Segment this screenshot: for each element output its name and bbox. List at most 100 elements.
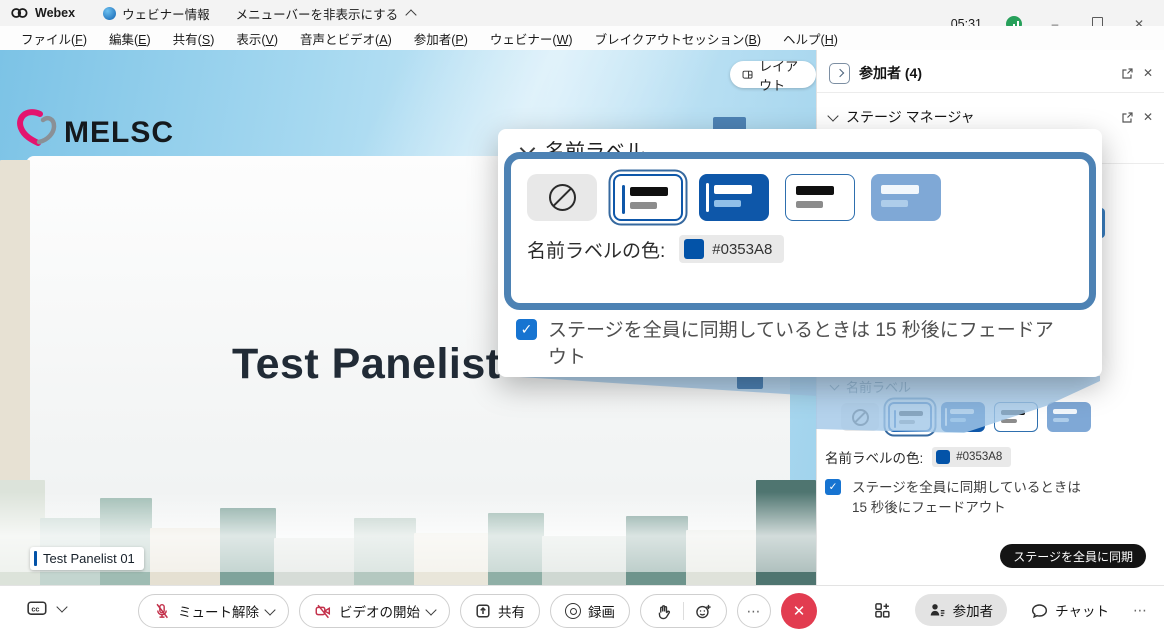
label-style-light-accent-bar[interactable]: [888, 402, 932, 432]
name-label-section-header[interactable]: 名前ラベル: [831, 377, 911, 396]
ellipsis-icon: ⋯: [747, 603, 762, 620]
hide-menubar-label: メニューバーを非表示にする: [236, 4, 399, 23]
chevron-up-icon: [405, 9, 416, 20]
participants-panel-header[interactable]: 参加者 (4) ✕: [817, 56, 1164, 90]
name-label-style-options: [841, 402, 1091, 432]
unmute-button[interactable]: ミュート解除: [138, 594, 289, 628]
hide-menubar-button[interactable]: メニューバーを非表示にする: [236, 4, 416, 23]
menu-e[interactable]: 編集(E): [98, 29, 162, 48]
label-style-none[interactable]: [841, 403, 879, 431]
pop-out-panel-icon[interactable]: [1121, 67, 1134, 80]
name-label-color-label: 名前ラベルの色:: [527, 236, 665, 263]
magnifier-highlight-box: 名前ラベルの色: #0353A8: [504, 152, 1096, 310]
label-style-translucent[interactable]: [871, 174, 941, 221]
closed-captions-icon[interactable]: cc: [26, 600, 48, 617]
reactions-smiley-icon[interactable]: [695, 603, 712, 620]
participant-name-label: Test Panelist 01: [30, 547, 144, 570]
style-preview-bar: [714, 200, 741, 207]
app-name: Webex: [35, 6, 75, 20]
layout-icon: [742, 67, 753, 83]
sync-fade-checkbox-label: ステージを全員に同期しているときは 15 秒後にフェードアウト: [852, 478, 1092, 518]
chevron-down-icon[interactable]: [56, 601, 67, 612]
svg-text:cc: cc: [31, 605, 39, 614]
reactions-button-group: [640, 594, 727, 628]
close-panel-icon[interactable]: ✕: [1143, 110, 1153, 124]
sync-stage-button-label: ステージを全員に同期: [1013, 548, 1133, 565]
menu-p[interactable]: 参加者(P): [403, 29, 479, 48]
webinar-info-label: ウェビナー情報: [122, 4, 210, 23]
label-style-light[interactable]: [785, 174, 855, 221]
label-style-light[interactable]: [994, 402, 1038, 432]
style-preview-bar: [881, 185, 919, 194]
checkbox-checked-icon[interactable]: [516, 319, 537, 340]
chevron-down-icon[interactable]: [425, 604, 436, 615]
control-bar: cc ミュート解除 ビデオの開始 共有 録画: [0, 585, 1164, 633]
menu-h[interactable]: ヘルプ(H): [772, 29, 849, 48]
share-button[interactable]: 共有: [460, 594, 540, 628]
name-label-color-row: 名前ラベルの色: #0353A8: [527, 235, 1089, 263]
leave-webinar-button[interactable]: [781, 593, 817, 629]
name-label-color-label: 名前ラベルの色:: [825, 447, 923, 467]
style-preview-bar: [881, 200, 908, 207]
color-hex-value: #0353A8: [712, 241, 772, 258]
close-panel-icon[interactable]: ✕: [1143, 66, 1153, 80]
participants-toggle-button[interactable]: 参加者: [915, 594, 1008, 626]
camera-off-icon: [314, 602, 332, 620]
label-style-blue[interactable]: [941, 402, 985, 432]
start-video-button[interactable]: ビデオの開始: [299, 594, 450, 628]
name-label-color-row: 名前ラベルの色: #0353A8: [825, 447, 1011, 467]
record-icon: [565, 603, 581, 619]
chevron-down-icon[interactable]: [264, 604, 275, 615]
webex-window: Webex ウェビナー情報 メニューバーを非表示にする 05:31 ファイル(F…: [0, 0, 1164, 633]
menu-s[interactable]: 共有(S): [162, 29, 226, 48]
style-preview-bar: [796, 201, 823, 208]
prohibition-icon: [852, 409, 869, 426]
participants-panel-title: 参加者 (4): [859, 63, 922, 83]
style-preview-bar: [622, 185, 625, 214]
color-picker-chip[interactable]: #0353A8: [932, 447, 1011, 467]
chat-toggle-button[interactable]: チャット: [1031, 600, 1109, 620]
color-picker-chip[interactable]: #0353A8: [679, 235, 784, 263]
menu-f[interactable]: ファイル(F): [10, 29, 98, 48]
record-label: 録画: [588, 601, 615, 621]
raise-hand-icon[interactable]: [655, 603, 672, 620]
pop-out-panel-icon[interactable]: [1121, 111, 1134, 124]
style-preview-bar: [1053, 418, 1069, 422]
start-video-label: ビデオの開始: [339, 601, 420, 621]
more-panels-button[interactable]: ⋯: [1133, 602, 1148, 619]
menu-w[interactable]: ウェビナー(W): [479, 29, 584, 48]
sync-fade-checkbox-row[interactable]: ステージを全員に同期しているときは 15 秒後にフェードアウト: [825, 478, 1092, 518]
style-preview-bar: [1053, 409, 1077, 414]
sync-fade-checkbox-row[interactable]: ステージを全員に同期しているときは 15 秒後にフェードアウト: [516, 317, 1056, 371]
share-label: 共有: [498, 601, 525, 621]
label-style-blue[interactable]: [699, 174, 769, 221]
style-preview-bar: [630, 187, 668, 196]
style-preview-bar: [1001, 410, 1025, 415]
unmute-label: ミュート解除: [178, 601, 259, 621]
participant-display-name: Test Panelist: [232, 340, 501, 389]
divider: [683, 602, 684, 620]
expand-participants-icon[interactable]: [829, 63, 850, 84]
menu-b[interactable]: ブレイクアウトセッション(B): [584, 29, 772, 48]
participants-toggle-label: 参加者: [953, 600, 994, 620]
sync-stage-button[interactable]: ステージを全員に同期: [1000, 544, 1146, 568]
label-style-translucent[interactable]: [1047, 402, 1091, 432]
sync-fade-checkbox-label: ステージを全員に同期しているときは 15 秒後にフェードアウト: [548, 317, 1056, 371]
collapse-section-icon: [830, 380, 840, 390]
menu-v[interactable]: 表示(V): [225, 29, 289, 48]
checkbox-checked-icon[interactable]: [825, 479, 841, 495]
record-button[interactable]: 録画: [550, 594, 630, 628]
more-options-button[interactable]: ⋯: [737, 594, 771, 628]
webex-logo-icon: [10, 5, 29, 21]
color-swatch: [936, 450, 950, 464]
color-hex-value: #0353A8: [956, 451, 1002, 463]
stage-manager-title: ステージ マネージャ: [846, 107, 975, 127]
webex-logo: Webex: [10, 5, 75, 21]
name-label-text: Test Panelist 01: [43, 551, 135, 566]
menu-a[interactable]: 音声とビデオ(A): [289, 29, 403, 48]
layout-button[interactable]: レイアウト: [730, 61, 816, 88]
webinar-info-button[interactable]: ウェビナー情報: [103, 4, 210, 23]
label-style-none[interactable]: [527, 174, 597, 221]
label-style-light-accent-bar[interactable]: [613, 174, 683, 221]
apps-icon[interactable]: [874, 602, 891, 619]
